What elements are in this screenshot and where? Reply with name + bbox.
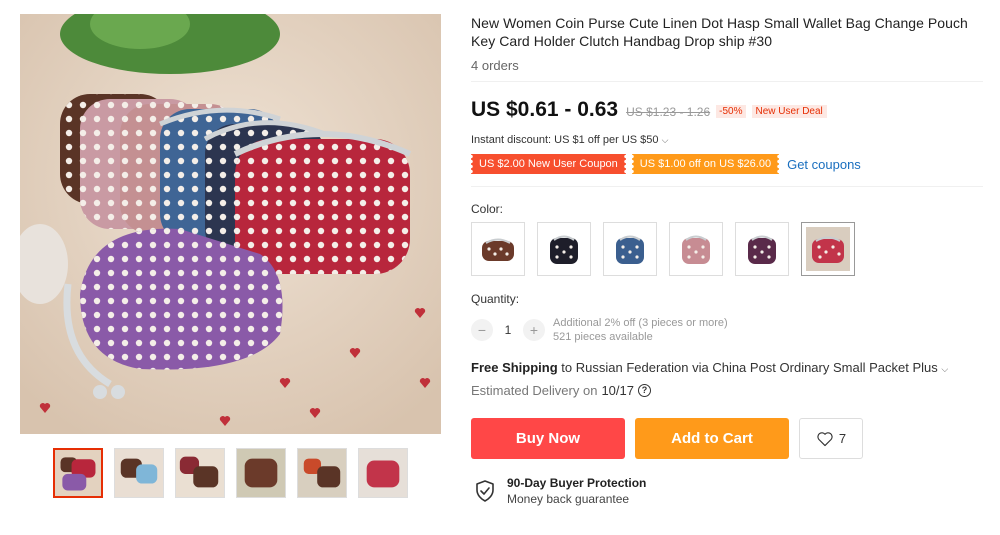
color-swatch-brown[interactable]	[471, 222, 525, 276]
chevron-down-icon: ⌵	[941, 364, 949, 374]
orders-count: 4 orders	[471, 58, 519, 73]
shipping-info[interactable]: Free Shipping to Russian Federation via …	[471, 360, 983, 375]
free-shipping-label: Free Shipping	[471, 360, 558, 375]
shipping-destination: to Russian Federation via China Post Ord…	[561, 360, 938, 375]
thumbnail-2[interactable]	[114, 448, 164, 498]
bulk-discount-note: Additional 2% off (3 pieces or more)	[553, 317, 728, 329]
buyer-protection-subtitle: Money back guarantee	[507, 492, 630, 506]
estimated-delivery: Estimated Delivery on 10/17 ?	[471, 383, 983, 398]
new-user-deal-badge: New User Deal	[751, 105, 827, 118]
color-swatch-pink[interactable]	[669, 222, 723, 276]
add-to-cart-button[interactable]: Add to Cart	[635, 418, 789, 459]
thumbnail-1[interactable]	[53, 448, 103, 498]
thumbnail-6[interactable]	[358, 448, 408, 498]
store-coupon[interactable]: US $1.00 off on US $26.00	[629, 154, 782, 174]
thumbnail-5[interactable]	[297, 448, 347, 498]
main-product-image[interactable]	[20, 14, 441, 434]
color-swatches	[471, 222, 983, 276]
color-label: Color:	[471, 202, 504, 216]
color-swatch-red[interactable]	[801, 222, 855, 276]
current-price: US $0.61 - 0.63	[471, 98, 619, 121]
thumbnail-4[interactable]	[236, 448, 286, 498]
divider	[471, 186, 983, 187]
product-info-panel: New Women Coin Purse Cute Linen Dot Hasp…	[469, 14, 983, 506]
action-buttons: Buy Now Add to Cart 7	[471, 418, 983, 459]
quantity-increase-button[interactable]: +	[523, 319, 545, 341]
color-swatch-purple[interactable]	[735, 222, 789, 276]
buyer-protection-title: 90-Day Buyer Protection	[507, 476, 647, 490]
buy-now-button[interactable]: Buy Now	[471, 418, 625, 459]
quantity-stepper: − 1 + Additional 2% off (3 pieces or mor…	[471, 316, 983, 344]
question-icon[interactable]: ?	[638, 384, 651, 397]
discount-badge: -50%	[716, 105, 746, 118]
thumbnail-strip	[53, 448, 408, 498]
heart-icon	[817, 431, 833, 446]
coupon-row: US $2.00 New User Coupon US $1.00 off on…	[469, 154, 983, 174]
shield-check-icon	[476, 480, 494, 502]
thumbnail-3[interactable]	[175, 448, 225, 498]
color-swatch-black[interactable]	[537, 222, 591, 276]
wishlist-button[interactable]: 7	[799, 418, 863, 459]
original-price: US $1.23 - 1.26	[626, 105, 711, 119]
buyer-protection-text: 90-Day Buyer Protection Money back guara…	[507, 476, 646, 506]
instant-discount[interactable]: Instant discount: US $1 off per US $50 ⌵	[471, 134, 983, 146]
instant-discount-text: Instant discount: US $1 off per US $50	[471, 134, 659, 146]
stock-available-note: 521 pieces available	[553, 331, 653, 343]
get-coupons-link[interactable]: Get coupons	[787, 157, 861, 172]
quantity-note: Additional 2% off (3 pieces or more) 521…	[553, 316, 728, 344]
chevron-down-icon: ⌵	[661, 135, 669, 145]
color-swatch-blue[interactable]	[603, 222, 657, 276]
product-title: New Women Coin Purse Cute Linen Dot Hasp…	[471, 15, 968, 49]
wishlist-count: 7	[838, 431, 847, 446]
delivery-prefix: Estimated Delivery on	[471, 383, 598, 398]
quantity-decrease-button[interactable]: −	[471, 319, 493, 341]
new-user-coupon[interactable]: US $2.00 New User Coupon	[469, 154, 628, 174]
price-row: US $0.61 - 0.63 US $1.23 - 1.26 -50% New…	[471, 98, 983, 122]
quantity-value[interactable]: 1	[493, 323, 523, 337]
divider	[471, 81, 983, 82]
buyer-protection: 90-Day Buyer Protection Money back guara…	[473, 476, 983, 506]
quantity-label: Quantity:	[471, 292, 520, 306]
delivery-date: 10/17	[601, 383, 634, 398]
